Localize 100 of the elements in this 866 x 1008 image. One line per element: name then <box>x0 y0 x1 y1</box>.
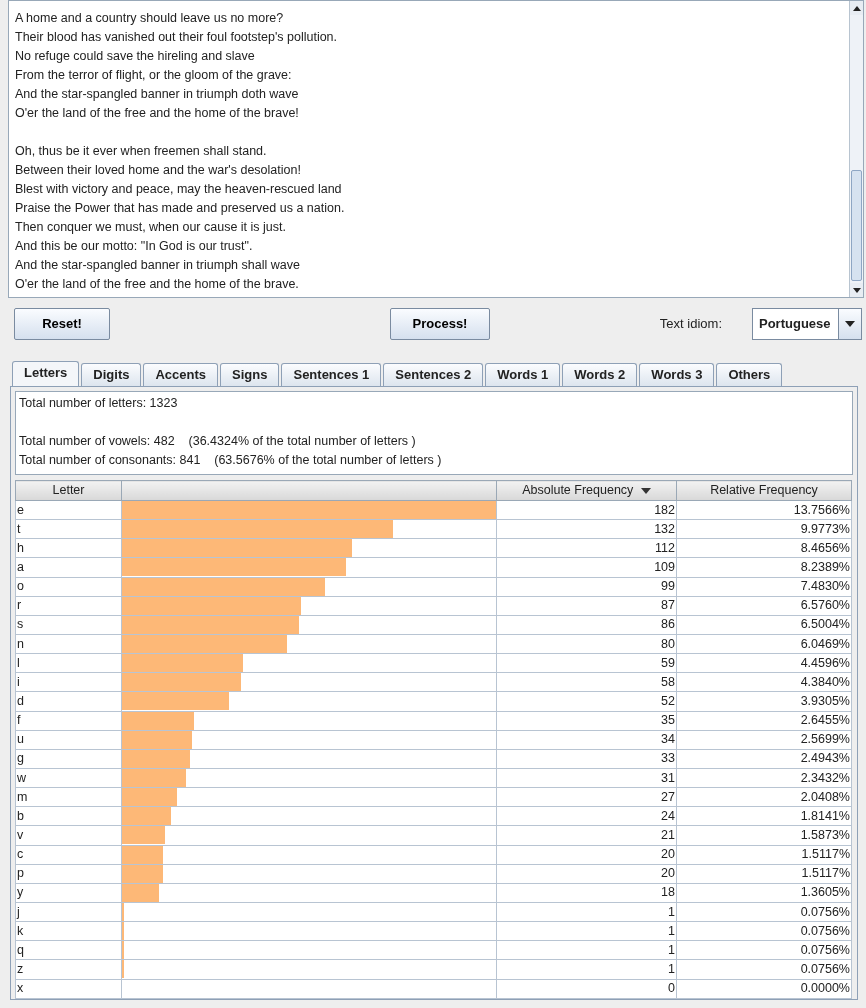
table-cell: p <box>15 864 122 884</box>
tab[interactable]: Words 2 <box>562 363 638 386</box>
text-area[interactable] <box>8 0 864 298</box>
table-cell: 2.5699% <box>676 730 852 750</box>
text-line: O'er the land of the free and the home of the brave! <box>15 105 300 122</box>
table-cell: 99 <box>496 577 677 597</box>
table-cell: 2.3432% <box>676 768 852 788</box>
table-cell: 35 <box>496 711 677 731</box>
tab[interactable]: Others <box>716 363 783 386</box>
table-cell: 59 <box>496 653 677 673</box>
summary-text: Total number of letters: 1323 <box>19 395 179 412</box>
table-cell: 132 <box>496 519 677 539</box>
table-cell: 52 <box>496 691 677 712</box>
summary-text: Total number of consonants: 841 (63.5676% of the total number of letters ) <box>19 452 443 469</box>
table-cell: q <box>15 940 122 960</box>
table-cell: 1.5117% <box>676 864 852 884</box>
scroll-up-icon[interactable] <box>852 5 861 11</box>
table-cell: 20 <box>496 864 677 884</box>
table-cell: x <box>15 979 122 999</box>
process-button[interactable]: Process! <box>390 308 490 340</box>
text-line: Praise the Power that has made and preserved us a nation. <box>15 200 346 217</box>
idiom-label: Text idiom: <box>659 315 722 334</box>
table-cell: 109 <box>496 557 677 578</box>
table-cell: c <box>15 845 122 865</box>
table-cell: d <box>15 691 122 712</box>
table-cell: i <box>15 672 122 692</box>
table-cell: 1 <box>496 921 677 941</box>
table-cell: 18 <box>496 883 677 903</box>
table-cell: 24 <box>496 806 677 826</box>
table-cell: 8.2389% <box>676 557 852 578</box>
table-cell: a <box>15 557 122 578</box>
table-cell: 182 <box>496 500 677 520</box>
text-line: O'er the land of the free and the home of the brave. <box>15 276 300 293</box>
table-cell: 1 <box>496 940 677 960</box>
table-cell: 58 <box>496 672 677 692</box>
table-cell: 2.4943% <box>676 749 852 769</box>
tab[interactable]: Letters <box>12 361 80 386</box>
table-cell: 0.0756% <box>676 902 852 922</box>
text-line: No refuge could save the hireling and slave <box>15 48 256 65</box>
table-cell: 2.0408% <box>676 787 852 807</box>
text-line: Between their loved home and the war's desolation! <box>15 162 302 179</box>
table-cell: 0 <box>496 979 677 999</box>
table-cell: 87 <box>496 596 677 616</box>
table-cell: 34 <box>496 730 677 750</box>
table-cell: 1 <box>496 902 677 922</box>
table-cell: 7.4830% <box>676 577 852 597</box>
table-cell: 20 <box>496 845 677 865</box>
tab[interactable]: Words 1 <box>485 363 561 386</box>
tab[interactable]: Accents <box>143 363 219 386</box>
scroll-down-icon[interactable] <box>852 287 861 293</box>
text-line: From the terror of flight, or the gloom of the grave: <box>15 67 293 84</box>
table-cell: y <box>15 883 122 903</box>
tab[interactable]: Sentences 1 <box>281 363 382 386</box>
table-cell: z <box>15 959 122 979</box>
table-cell: 4.3840% <box>676 672 852 692</box>
text-line: Their blood has vanished out their foul footstep's pollution. <box>15 29 339 46</box>
table-cell: r <box>15 596 122 616</box>
summary-text: Total number of vowels: 482 (36.4324% of the total number of letters ) <box>19 433 417 450</box>
table-cell: 112 <box>496 538 677 558</box>
tab[interactable]: Sentences 2 <box>383 363 484 386</box>
column-header[interactable]: Absolute Frequency <box>496 480 677 501</box>
table-cell: 1 <box>496 959 677 979</box>
reset-button[interactable]: Reset! <box>14 308 110 340</box>
table-cell: j <box>15 902 122 922</box>
table-cell: 6.0469% <box>676 634 852 654</box>
table-cell: v <box>15 825 122 846</box>
table-cell: b <box>15 806 122 826</box>
table-cell: w <box>15 768 122 788</box>
table-cell: 86 <box>496 615 677 635</box>
table-cell: n <box>15 634 122 654</box>
table-cell: 6.5004% <box>676 615 852 635</box>
text-line: A home and a country should leave us no more? <box>15 10 285 27</box>
table-cell: 4.4596% <box>676 653 852 673</box>
tab[interactable]: Words 3 <box>639 363 715 386</box>
column-header[interactable]: Relative Frequency <box>676 480 852 501</box>
table-cell: 0.0756% <box>676 959 852 979</box>
text-line: Then conquer we must, when our cause it is just. <box>15 219 287 236</box>
table-cell: 21 <box>496 825 677 846</box>
table-cell: 0.0756% <box>676 921 852 941</box>
table-cell: l <box>15 653 122 673</box>
text-line: And the star-spangled banner in triumph doth wave <box>15 86 300 103</box>
tab[interactable]: Digits <box>81 363 142 386</box>
table-cell: 33 <box>496 749 677 769</box>
text-line: And the star-spangled banner in triumph shall wave <box>15 257 301 274</box>
dropdown-arrow-icon[interactable] <box>845 321 855 327</box>
table-cell: s <box>15 615 122 635</box>
table-cell: k <box>15 921 122 941</box>
table-cell: 1.5873% <box>676 825 852 846</box>
table-cell: 80 <box>496 634 677 654</box>
table-cell: 1.5117% <box>676 845 852 865</box>
table-cell: 1.8141% <box>676 806 852 826</box>
table-cell: 0.0756% <box>676 940 852 960</box>
idiom-dropdown[interactable]: Portuguese <box>752 308 862 340</box>
table-cell: 8.4656% <box>676 538 852 558</box>
text-line: Oh, thus be it ever when freemen shall stand. <box>15 143 268 160</box>
table-cell: 0.0000% <box>676 979 852 999</box>
tab[interactable]: Signs <box>220 363 280 386</box>
table-cell: 13.7566% <box>676 500 852 520</box>
column-header[interactable]: Letter <box>15 480 122 501</box>
scrollbar[interactable] <box>849 1 863 297</box>
